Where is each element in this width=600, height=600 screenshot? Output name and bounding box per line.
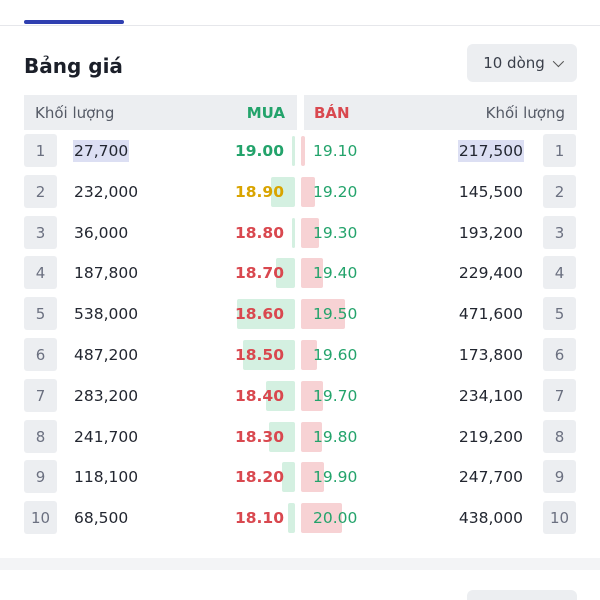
bid-price[interactable]: 18.40 bbox=[235, 385, 284, 407]
ask-header: BÁN Khối lượng bbox=[304, 95, 577, 130]
bid-depth-bar bbox=[292, 218, 295, 248]
ask-level-index: 2 bbox=[543, 175, 576, 208]
bid-price[interactable]: 18.60 bbox=[235, 303, 284, 325]
ask-depth-bar bbox=[301, 136, 305, 166]
bid-volume: 241,700 bbox=[74, 428, 139, 446]
order-book-row[interactable]: 9 118,100 18.20 19.90 247,700 9 bbox=[0, 460, 600, 493]
order-book-row[interactable]: 6 487,200 18.50 19.60 173,800 6 bbox=[0, 338, 600, 371]
bid-price[interactable]: 18.10 bbox=[235, 507, 284, 529]
ask-level-index: 5 bbox=[543, 297, 576, 330]
ask-price[interactable]: 19.90 bbox=[313, 466, 357, 488]
ask-price[interactable]: 19.40 bbox=[313, 262, 357, 284]
bid-price[interactable]: 18.90 bbox=[235, 181, 284, 203]
ask-volume: 471,600 bbox=[458, 305, 523, 323]
ask-price[interactable]: 19.70 bbox=[313, 385, 357, 407]
page-title: Bảng giá bbox=[24, 54, 123, 78]
bid-volume: 538,000 bbox=[74, 305, 139, 323]
ask-level-index: 9 bbox=[543, 460, 576, 493]
bid-depth-bar bbox=[292, 136, 295, 166]
bid-header: Khối lượng MUA bbox=[24, 95, 297, 130]
bid-level-index: 5 bbox=[24, 297, 57, 330]
ask-volume: 145,500 bbox=[458, 183, 523, 201]
bid-price[interactable]: 18.50 bbox=[235, 344, 284, 366]
ask-volume: 229,400 bbox=[458, 264, 523, 282]
ask-volume: 234,100 bbox=[458, 387, 523, 405]
bid-level-index: 9 bbox=[24, 460, 57, 493]
ask-volume: 219,200 bbox=[458, 428, 523, 446]
order-book-card: Bảng giá 10 dòng Khối lượng MUA BÁN Khối… bbox=[0, 26, 600, 558]
ask-volume: 438,000 bbox=[458, 509, 523, 527]
order-book-row[interactable]: 2 232,000 18.90 19.20 145,500 2 bbox=[0, 175, 600, 208]
bid-volume: 36,000 bbox=[74, 224, 129, 242]
bid-depth-bar bbox=[288, 503, 295, 533]
ask-price[interactable]: 19.80 bbox=[313, 426, 357, 448]
bid-volume-header: Khối lượng bbox=[35, 103, 115, 122]
order-book-row[interactable]: 4 187,800 18.70 19.40 229,400 4 bbox=[0, 256, 600, 289]
ask-volume: 193,200 bbox=[458, 224, 523, 242]
ask-volume: 173,800 bbox=[458, 346, 523, 364]
ask-volume-header: Khối lượng bbox=[485, 103, 565, 122]
ask-volume: 247,700 bbox=[458, 468, 523, 486]
bid-volume: 487,200 bbox=[74, 346, 139, 364]
bid-price[interactable]: 18.70 bbox=[235, 262, 284, 284]
ask-price[interactable]: 20.00 bbox=[313, 507, 357, 529]
bid-level-index: 4 bbox=[24, 256, 57, 289]
ask-price[interactable]: 19.60 bbox=[313, 344, 357, 366]
bid-volume: 283,200 bbox=[74, 387, 139, 405]
bid-volume: 27,700 bbox=[73, 140, 130, 162]
bid-price[interactable]: 18.30 bbox=[235, 426, 284, 448]
rows-count-label: 10 dòng bbox=[483, 54, 545, 72]
order-book-row[interactable]: 8 241,700 18.30 19.80 219,200 8 bbox=[0, 420, 600, 453]
bid-level-index: 1 bbox=[24, 134, 57, 167]
bid-volume: 187,800 bbox=[74, 264, 139, 282]
ask-price[interactable]: 19.10 bbox=[313, 140, 357, 162]
ask-price[interactable]: 19.30 bbox=[313, 222, 357, 244]
bid-side-header: MUA bbox=[246, 103, 285, 122]
order-book-row[interactable]: 5 538,000 18.60 19.50 471,600 5 bbox=[0, 297, 600, 330]
bid-level-index: 2 bbox=[24, 175, 57, 208]
bid-level-index: 7 bbox=[24, 379, 57, 412]
bid-price[interactable]: 18.80 bbox=[235, 222, 284, 244]
bid-level-index: 8 bbox=[24, 420, 57, 453]
active-tab-indicator bbox=[24, 20, 124, 24]
rows-count-dropdown[interactable]: 10 dòng bbox=[467, 44, 577, 82]
bid-level-index: 3 bbox=[24, 216, 57, 249]
bid-volume: 118,100 bbox=[74, 468, 139, 486]
bid-volume: 232,000 bbox=[74, 183, 139, 201]
bid-price[interactable]: 18.20 bbox=[235, 466, 284, 488]
order-book-row[interactable]: 1 27,700 19.00 19.10 217,500 1 bbox=[0, 134, 600, 167]
order-book-row[interactable]: 3 36,000 18.80 19.30 193,200 3 bbox=[0, 216, 600, 249]
ask-level-index: 3 bbox=[543, 216, 576, 249]
ask-level-index: 1 bbox=[543, 134, 576, 167]
ask-level-index: 4 bbox=[543, 256, 576, 289]
ask-level-index: 6 bbox=[543, 338, 576, 371]
order-book-row[interactable]: 10 68,500 18.10 20.00 438,000 10 bbox=[0, 501, 600, 534]
bid-price[interactable]: 19.00 bbox=[235, 140, 284, 162]
order-book-row[interactable]: 7 283,200 18.40 19.70 234,100 7 bbox=[0, 379, 600, 412]
bid-level-index: 10 bbox=[24, 501, 57, 534]
top-tab-bar bbox=[0, 0, 600, 26]
ask-level-index: 10 bbox=[543, 501, 576, 534]
bid-volume: 68,500 bbox=[74, 509, 129, 527]
chevron-down-icon bbox=[552, 55, 564, 68]
ask-price[interactable]: 19.50 bbox=[313, 303, 357, 325]
next-section-control bbox=[467, 590, 577, 600]
bid-level-index: 6 bbox=[24, 338, 57, 371]
ask-price[interactable]: 19.20 bbox=[313, 181, 357, 203]
ask-level-index: 7 bbox=[543, 379, 576, 412]
ask-side-header: BÁN bbox=[314, 103, 350, 122]
ask-volume: 217,500 bbox=[457, 140, 524, 162]
ask-level-index: 8 bbox=[543, 420, 576, 453]
